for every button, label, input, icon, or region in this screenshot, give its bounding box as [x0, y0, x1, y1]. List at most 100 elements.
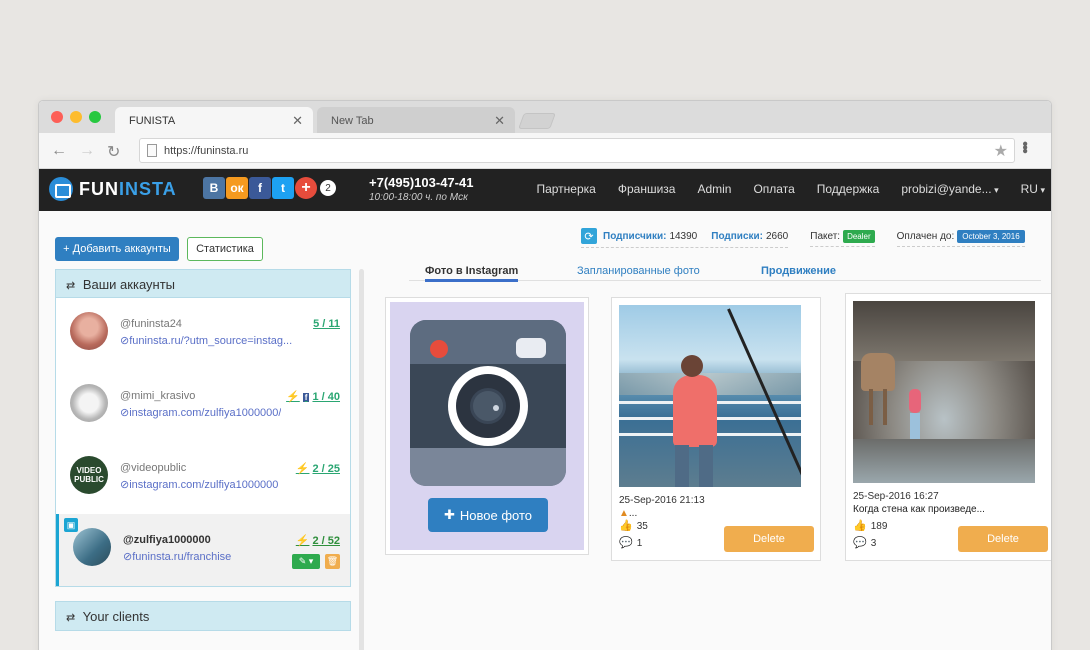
- forward-arrow-icon[interactable]: →: [79, 142, 95, 160]
- account-post-count[interactable]: ⚡ 2 / 52: [296, 534, 340, 547]
- post-caption: Когда стена как произведе...: [853, 504, 985, 515]
- account-link[interactable]: ⊘instagram.com/zulfiya1000000: [120, 478, 278, 491]
- menu-support[interactable]: Поддержка: [817, 182, 880, 196]
- edit-dropdown-button[interactable]: ✎ ▾: [292, 554, 320, 569]
- avatar: VIDEO PUBLIC: [70, 456, 108, 494]
- account-post-count[interactable]: ⚡ 2 / 25: [296, 462, 340, 475]
- user-menu-dropdown[interactable]: probizi@yande...: [901, 182, 998, 196]
- account-username: @zulfiya1000000: [123, 534, 211, 546]
- tab-promotion[interactable]: Продвижение: [761, 265, 836, 277]
- sync-icon[interactable]: ⟳: [581, 228, 597, 244]
- address-toolbar: ← → ↻ https://funinsta.ru ★ •••: [39, 133, 1051, 169]
- delete-post-button[interactable]: Delete: [958, 526, 1048, 552]
- share-plus-icon[interactable]: +: [295, 177, 317, 199]
- account-post-count[interactable]: ⚡ f 1 / 40: [286, 390, 340, 403]
- address-bar[interactable]: https://funinsta.ru ★: [139, 138, 1015, 163]
- back-arrow-icon[interactable]: ←: [51, 142, 67, 160]
- logo-text: FUNINSTA: [79, 178, 177, 199]
- new-photo-label: Новое фото: [459, 507, 533, 523]
- tab-label: New Tab: [331, 115, 374, 127]
- contact-phone: +7(495)103-47-41 10:00-18:00 ч. по Мск: [369, 175, 473, 203]
- facebook-small-icon: f: [302, 393, 310, 402]
- facebook-icon[interactable]: f: [249, 177, 271, 199]
- followers-value: 14390: [669, 230, 698, 242]
- post-card: 25-Sep-2016 21:13 ▲... 👍 35 💬 1 Delete: [611, 297, 821, 561]
- working-hours: 10:00-18:00 ч. по Мск: [369, 192, 468, 203]
- minimize-window-button[interactable]: [70, 111, 82, 123]
- delete-post-button[interactable]: Delete: [724, 526, 814, 552]
- clients-panel-header[interactable]: ⇄ Your clients: [55, 601, 351, 631]
- account-stats: ⟳ Подписчики: 14390 Подписки: 2660 Пакет…: [581, 225, 1025, 248]
- following-value: 2660: [766, 230, 789, 242]
- likes-row: 👍 189: [853, 520, 888, 532]
- tab-strip: FUNISTA ✕ New Tab ✕: [39, 101, 1051, 133]
- new-photo-card: ✚ Новое фото: [385, 297, 589, 555]
- new-photo-button[interactable]: ✚ Новое фото: [428, 498, 548, 532]
- menu-admin[interactable]: Admin: [697, 182, 731, 196]
- package-label: Пакет:: [810, 230, 841, 242]
- menu-franchise[interactable]: Франшиза: [618, 182, 676, 196]
- new-tab-button[interactable]: [518, 113, 556, 129]
- window-controls: [51, 111, 101, 123]
- close-tab-icon[interactable]: ✕: [494, 113, 505, 129]
- language-dropdown[interactable]: RU: [1021, 182, 1045, 196]
- page-icon: [147, 144, 157, 157]
- post-date: 25-Sep-2016 21:13: [619, 495, 705, 506]
- url-text[interactable]: https://funinsta.ru: [164, 145, 248, 157]
- menu-partner[interactable]: Партнерка: [536, 182, 595, 196]
- browser-tab-funista[interactable]: FUNISTA ✕: [115, 107, 313, 133]
- account-post-count[interactable]: 5 / 11: [313, 318, 340, 330]
- followers-label: Подписчики:: [603, 230, 667, 242]
- accounts-panel: ⇄ Ваши аккаунты @funinsta24 ⊘funinsta.ru…: [55, 269, 351, 587]
- likes-row: 👍 35: [619, 520, 648, 532]
- account-item[interactable]: @funinsta24 ⊘funinsta.ru/?utm_source=ins…: [56, 298, 350, 370]
- main-content: + Добавить аккаунты Статистика ⟳ Подписч…: [39, 211, 1051, 650]
- following-label: Подписки:: [711, 230, 763, 242]
- social-share-bar: В ок f t + 2: [203, 177, 336, 199]
- bookmark-star-icon[interactable]: ★: [994, 141, 1008, 161]
- swap-arrows-icon: ⇄: [66, 612, 76, 624]
- account-link[interactable]: ⊘instagram.com/zulfiya1000000/: [120, 406, 281, 419]
- browser-menu-icon[interactable]: •••: [1015, 141, 1033, 152]
- post-card: 25-Sep-2016 16:27 Когда стена как произв…: [845, 293, 1051, 561]
- account-link[interactable]: ⊘funinsta.ru/franchise: [123, 550, 231, 563]
- top-menu: Партнерка Франшиза Admin Оплата Поддержк…: [536, 182, 1051, 196]
- post-photo[interactable]: [619, 305, 801, 487]
- close-window-button[interactable]: [51, 111, 63, 123]
- plus-icon: ✚: [443, 507, 455, 522]
- app-navbar: FUNINSTA В ок f t + 2 +7(495)103-47-41 1…: [39, 169, 1051, 211]
- account-item[interactable]: @mimi_krasivo ⊘instagram.com/zulfiya1000…: [56, 370, 350, 442]
- odnoklassniki-icon[interactable]: ок: [226, 177, 248, 199]
- account-username: @funinsta24: [120, 318, 182, 330]
- account-item[interactable]: VIDEO PUBLIC @videopublic ⊘instagram.com…: [56, 442, 350, 514]
- reload-icon[interactable]: ↻: [107, 142, 120, 162]
- add-accounts-button[interactable]: + Добавить аккаунты: [55, 237, 179, 261]
- tab-instagram-photos[interactable]: Фото в Instagram: [425, 265, 519, 282]
- account-actions: ✎ ▾ 🗑: [292, 554, 340, 569]
- twitter-icon[interactable]: t: [272, 177, 294, 199]
- avatar: [73, 528, 111, 566]
- panel-scrollbar[interactable]: [359, 269, 364, 650]
- camera-icon: [410, 320, 566, 486]
- vk-icon[interactable]: В: [203, 177, 225, 199]
- maximize-window-button[interactable]: [89, 111, 101, 123]
- content-tabs: Фото в Instagram Запланированные фото Пр…: [409, 261, 1041, 282]
- post-metrics: 👍 189 💬 3: [853, 518, 887, 552]
- account-link[interactable]: ⊘funinsta.ru/?utm_source=instag...: [120, 334, 292, 347]
- menu-payment[interactable]: Оплата: [753, 182, 794, 196]
- browser-window: FUNISTA ✕ New Tab ✕ ← → ↻ https://funins…: [38, 100, 1052, 650]
- logo-camera-icon: [49, 177, 73, 201]
- trash-icon[interactable]: 🗑: [325, 554, 340, 569]
- close-tab-icon[interactable]: ✕: [292, 113, 303, 129]
- statistics-button[interactable]: Статистика: [187, 237, 263, 261]
- paid-until-label: Оплачен до:: [896, 230, 955, 242]
- post-photo[interactable]: [853, 301, 1035, 483]
- phone-number[interactable]: +7(495)103-47-41: [369, 175, 473, 190]
- account-item-selected[interactable]: ▣ @zulfiya1000000 ⊘funinsta.ru/franchise…: [56, 514, 350, 586]
- accounts-panel-header[interactable]: ⇄ Ваши аккаунты: [56, 270, 350, 298]
- selected-account-icon: ▣: [64, 518, 78, 532]
- logo[interactable]: FUNINSTA: [49, 177, 177, 201]
- browser-tab-newtab[interactable]: New Tab ✕: [317, 107, 515, 133]
- tab-scheduled-photos[interactable]: Запланированные фото: [577, 265, 700, 277]
- paid-until-box: Оплачен до: October 3, 2016: [896, 227, 1025, 247]
